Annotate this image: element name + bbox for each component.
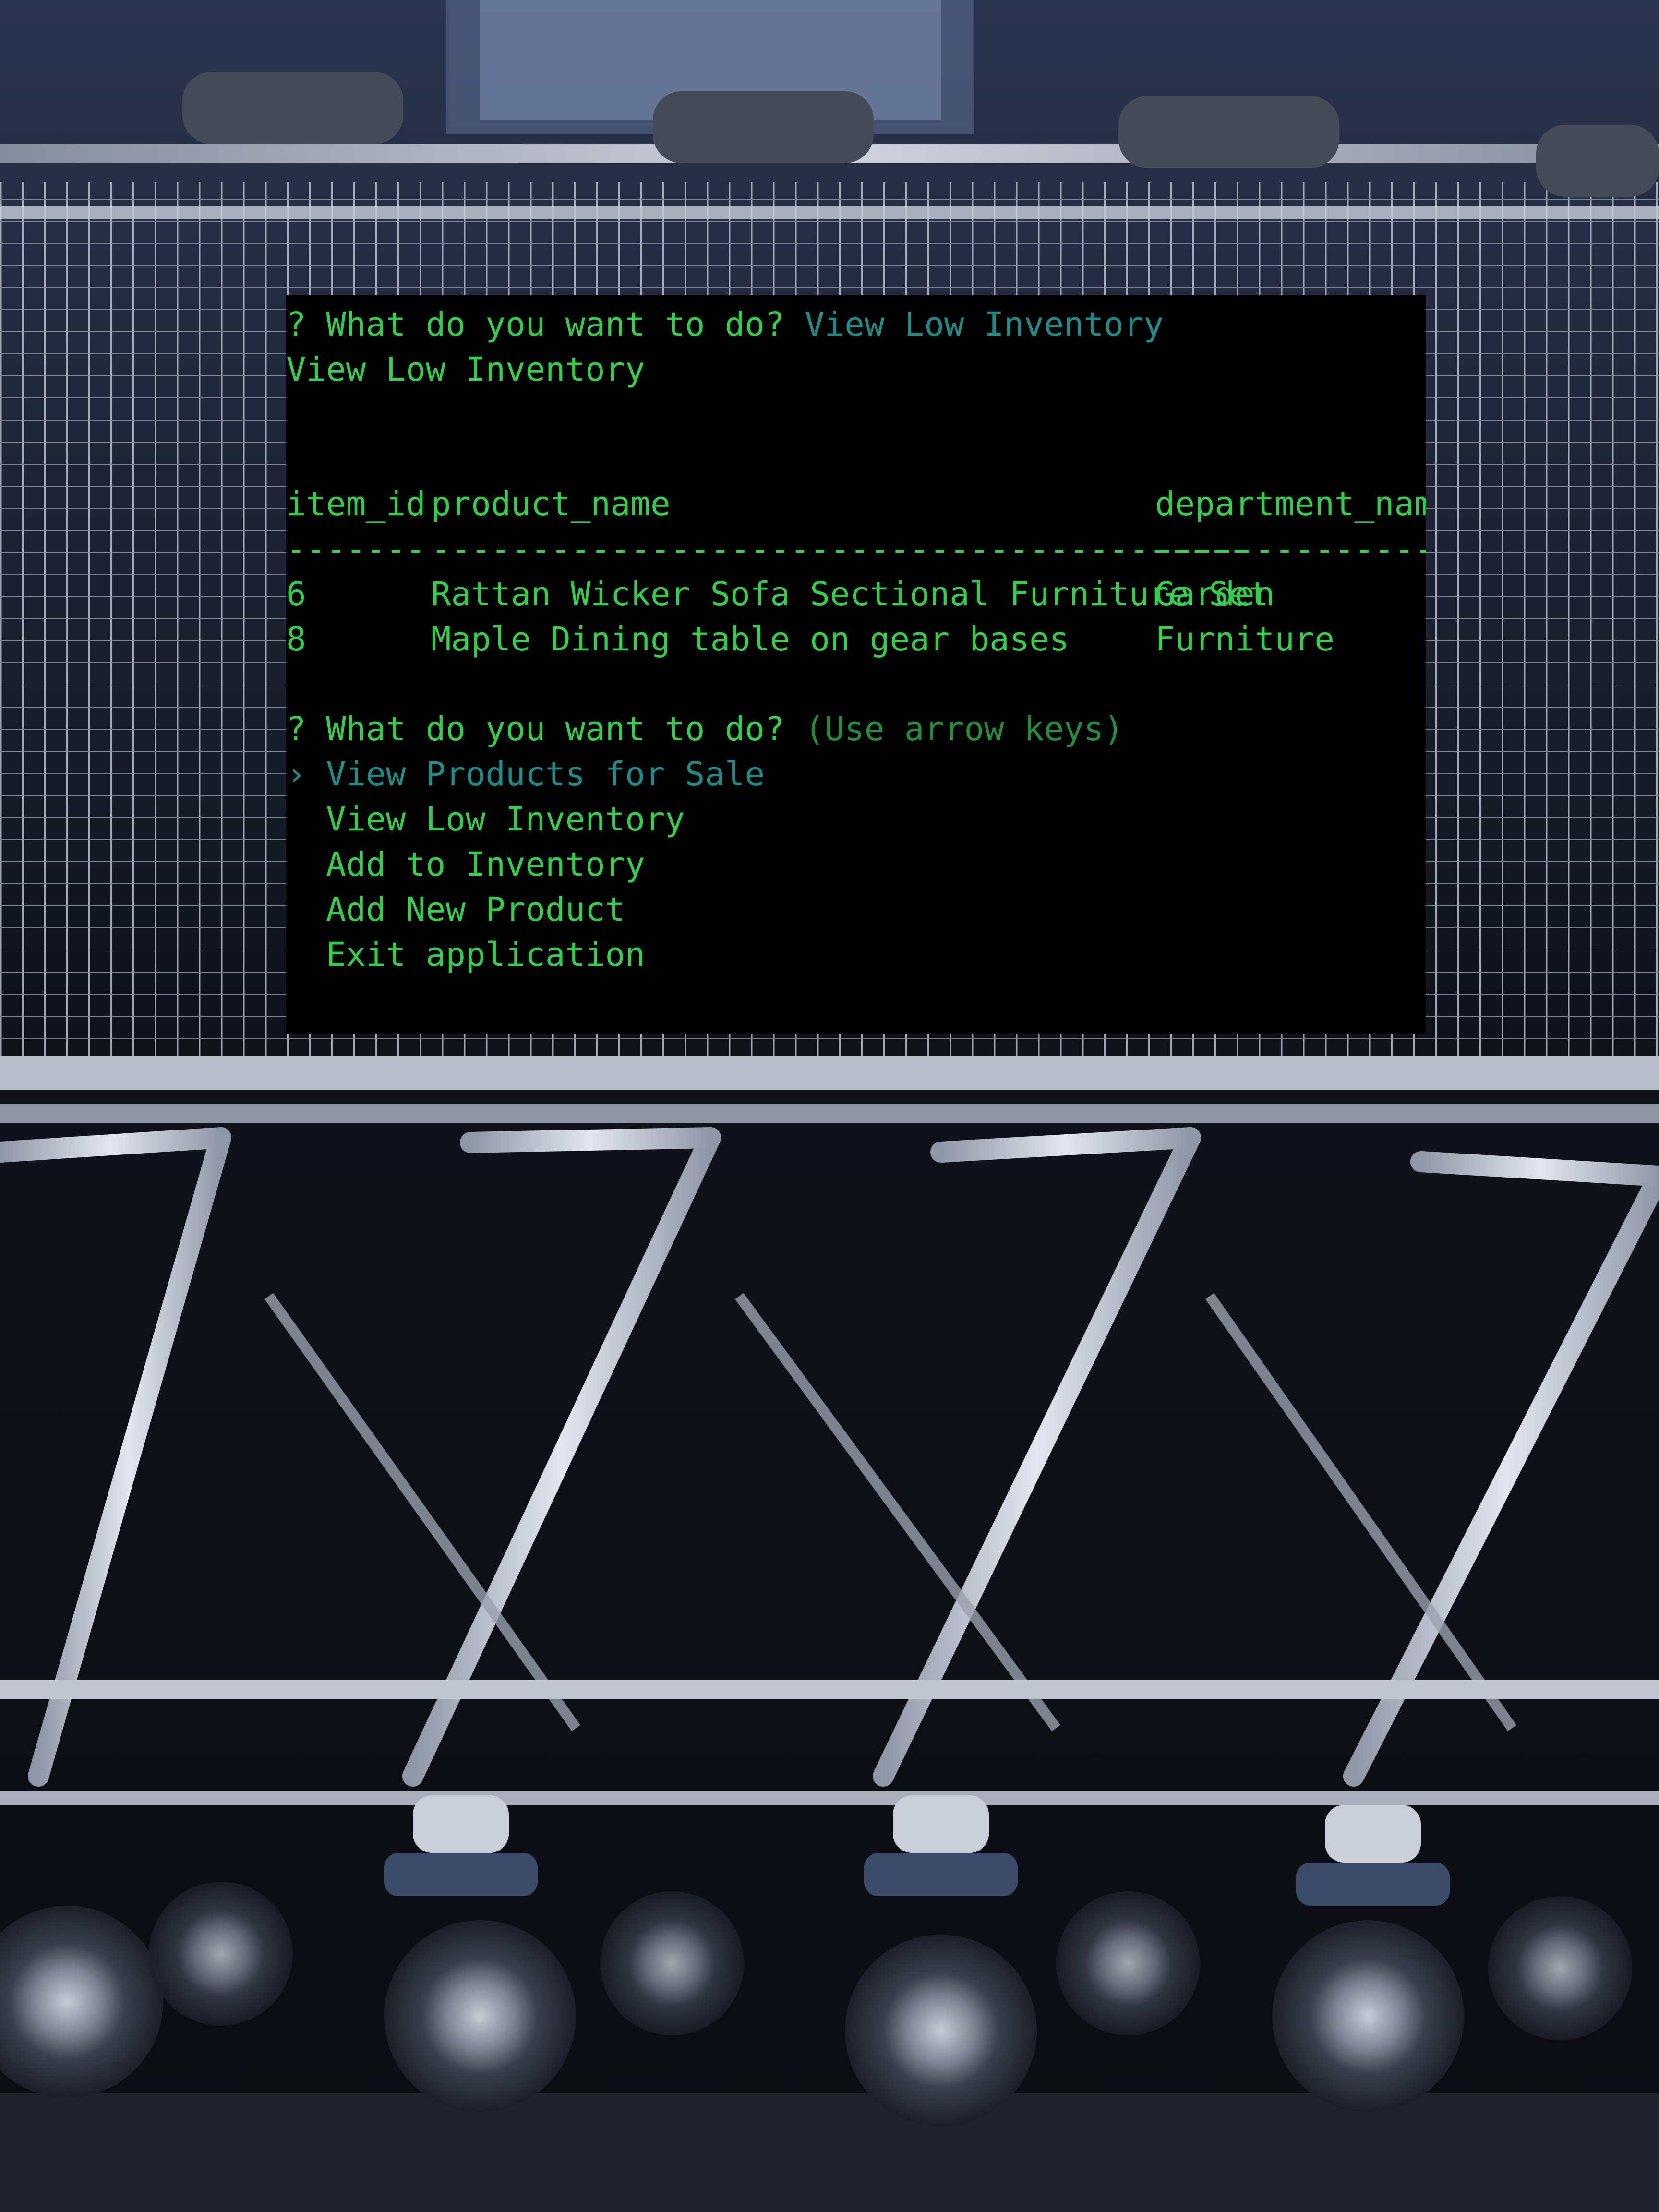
table-header: department_name [1155, 485, 1426, 523]
menu-choice-label: Add to Inventory [326, 845, 645, 884]
terminal-window: ? What do you want to do? View Low Inven… [286, 295, 1426, 1034]
prompt-line-2: ? What do you want to do? (Use arrow key… [286, 707, 1124, 752]
table-separator: --------------- [1155, 530, 1426, 568]
menu-choice-view-products-for-sale[interactable]: › View Products for Sale [286, 752, 765, 797]
table-header: item_id [286, 485, 426, 523]
menu-choice-label: View Low Inventory [326, 800, 685, 839]
table-cell-product-name: Rattan Wicker Sofa Sectional Furniture S… [431, 575, 1269, 613]
echo-line: View Low Inventory [286, 350, 645, 389]
menu-choice-label: Add New Product [326, 890, 625, 929]
prompt-mark: ? [286, 305, 306, 344]
table-separator: ------- [286, 530, 426, 568]
table-cell-product-name: Maple Dining table on gear bases [431, 620, 1070, 659]
menu-choice-label: Exit application [326, 936, 645, 974]
table-row: 8 Maple Dining table on gear bases Furni… [286, 617, 1426, 662]
pointer-icon: › [286, 755, 306, 793]
table-header-row: item_id product_name department_name [286, 482, 1426, 527]
menu-choice-add-to-inventory[interactable]: Add to Inventory [286, 842, 645, 888]
table-cell-item-id: 6 [286, 575, 306, 613]
prompt-hint: (Use arrow keys) [805, 710, 1124, 748]
menu-choice-exit-application[interactable]: Exit application [286, 933, 645, 978]
prompt-line-1: ? What do you want to do? View Low Inven… [286, 302, 1164, 348]
prompt-mark: ? [286, 710, 306, 748]
menu-choice-add-new-product[interactable]: Add New Product [286, 888, 625, 933]
table-cell-item-id: 8 [286, 620, 306, 659]
table-cell-department-name: Garden [1155, 575, 1275, 613]
table-separator: ----------------------------------------… [431, 530, 1249, 568]
table-cell-department-name: Furniture [1155, 620, 1334, 659]
table-separator-row: ------- --------------------------------… [286, 527, 1426, 572]
menu-choice-view-low-inventory[interactable]: View Low Inventory [286, 797, 685, 842]
prompt-question: What do you want to do? [326, 710, 785, 748]
prompt-question: What do you want to do? [326, 305, 785, 344]
table-row: 6 Rattan Wicker Sofa Sectional Furniture… [286, 572, 1426, 617]
menu-choice-label: View Products for Sale [326, 755, 765, 793]
table-header: product_name [431, 485, 671, 523]
prompt-answer: View Low Inventory [805, 305, 1164, 344]
